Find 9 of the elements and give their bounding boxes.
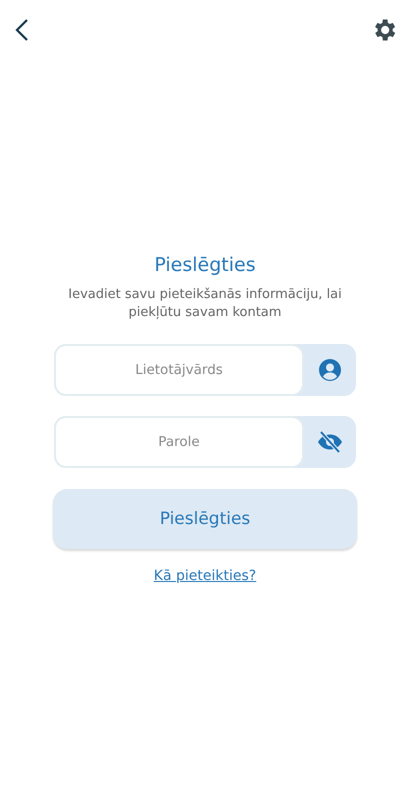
eye-slash-icon[interactable]: [317, 431, 343, 453]
username-field[interactable]: Lietotājvārds: [54, 344, 356, 396]
back-button[interactable]: [14, 18, 30, 42]
help-link[interactable]: Kā pieteikties?: [154, 568, 256, 584]
instruction-text: Ievadiet savu pieteikšanās informāciju, lai piekļūtu savam kontam: [67, 286, 343, 322]
password-field[interactable]: Parole: [54, 416, 356, 468]
login-button[interactable]: Pieslēgties: [53, 489, 357, 549]
page-title: Pieslēgties: [154, 254, 256, 276]
user-icon: [318, 358, 342, 382]
